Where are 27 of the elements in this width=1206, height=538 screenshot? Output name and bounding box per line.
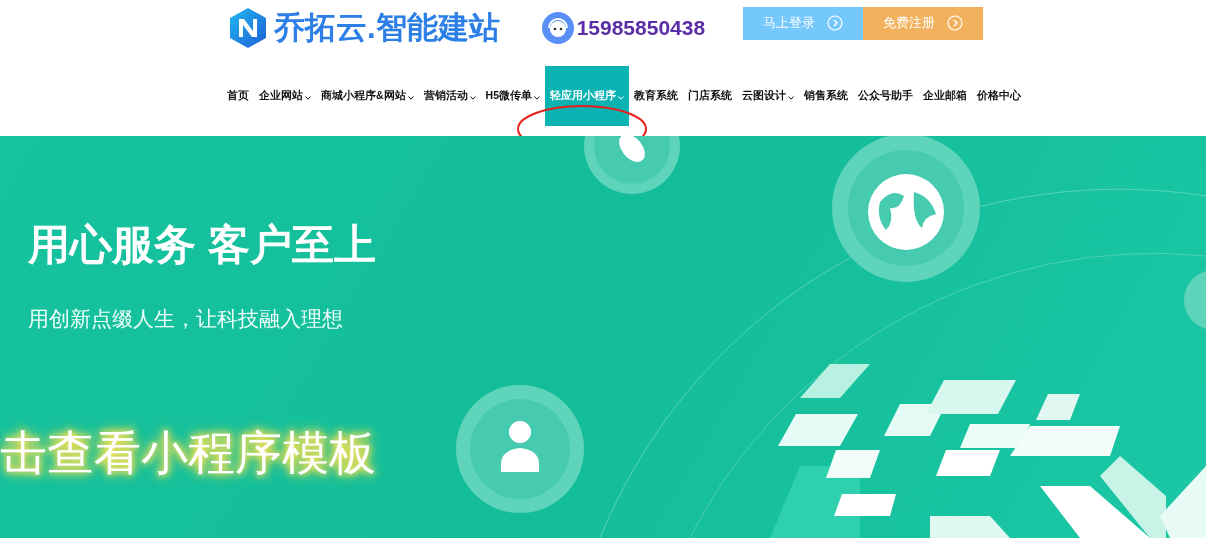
nav-item[interactable]: 公众号助手 [853, 66, 919, 126]
chevron-circle-icon [827, 15, 844, 31]
nav-item[interactable]: 价格中心 [972, 66, 1027, 126]
caret-icon [469, 96, 476, 100]
nav-item[interactable]: 营销活动 [418, 66, 481, 126]
caret-icon [788, 96, 795, 100]
nav-item[interactable]: 教育系统 [629, 66, 684, 126]
headset-avatar-icon [541, 12, 574, 44]
nav-item[interactable]: 首页 [222, 66, 254, 126]
nav-item[interactable]: 门店系统 [683, 66, 738, 126]
caret-icon [305, 96, 311, 100]
nav-item[interactable]: 企业邮箱 [918, 66, 973, 126]
chevron-circle-icon [947, 15, 964, 31]
caret-icon [618, 96, 625, 100]
nav-item[interactable]: 商城小程序&网站 [316, 66, 419, 126]
caret-icon [534, 96, 541, 100]
nav-item[interactable]: 销售系统 [799, 66, 854, 126]
banner-subtitle: 用创新点缀人生，让科技融入理想 [28, 306, 343, 332]
person-icon [456, 385, 584, 513]
logo-text[interactable]: 乔拓云.智能建站 [274, 7, 500, 49]
nav-item[interactable]: H5微传单 [480, 66, 546, 126]
banner-title: 用心服务 客户至上 [28, 220, 376, 270]
phone-number: 15985850438 [576, 16, 706, 40]
nav-item[interactable]: 企业网站 [254, 66, 316, 126]
caret-icon [407, 96, 414, 100]
nav-item[interactable]: 云图设计 [737, 66, 800, 126]
logo-icon [228, 7, 268, 49]
